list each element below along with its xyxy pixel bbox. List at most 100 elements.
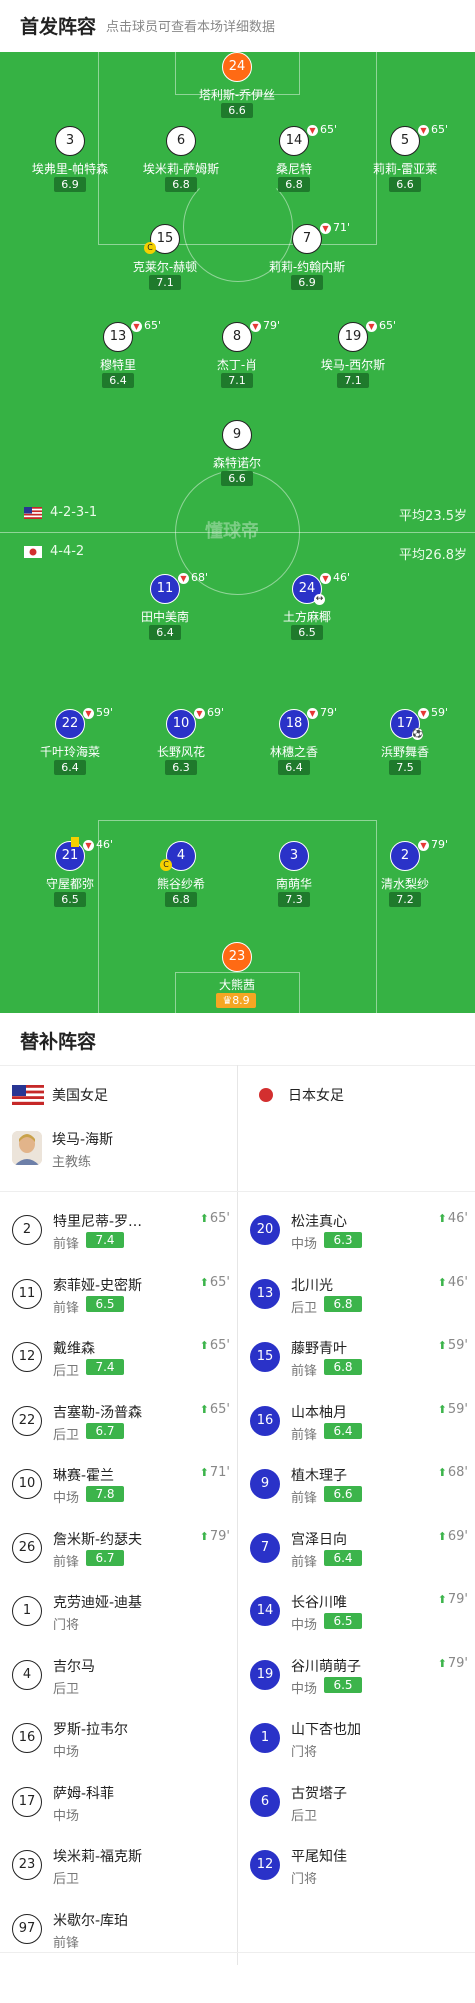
player-rating: 6.4	[149, 625, 181, 640]
sub-name: 吉塞勒-汤普森	[53, 1404, 143, 1421]
sub-name: 山本柚月	[291, 1404, 347, 1421]
sub-name: 戴维森	[53, 1341, 95, 1357]
sub-on-icon: ⬆	[199, 1339, 209, 1352]
home-player-8[interactable]: 8 ▼ 79' 杰丁-肖 7.1	[182, 319, 292, 408]
home-sub-10[interactable]: 10 琳赛-霍兰 中场 7.8 ⬆71'	[12, 1465, 230, 1523]
player-rating: 6.9	[54, 177, 86, 192]
player-name: 森特诺尔	[212, 456, 261, 470]
sub-name: 米歇尔-库珀	[53, 1912, 129, 1929]
sub-on-icon: ⬆	[437, 1466, 447, 1479]
away-player-17[interactable]: 17 ▼ 59' ⚽ 浜野舞香 7.5	[350, 706, 460, 795]
sub-on-icon: ⬆	[199, 1402, 209, 1416]
home-sub-23[interactable]: 23 埃米莉-福克斯 后卫	[12, 1846, 230, 1904]
us-flag-icon	[24, 506, 42, 519]
away-sub-16[interactable]: 16 山本柚月 前锋 6.4 ⬆59'	[250, 1402, 468, 1460]
player-rating: 7.5	[389, 760, 421, 775]
sub-off-indicator: ▼ 68'	[178, 571, 208, 584]
sub-rating: 6.7	[86, 1422, 124, 1439]
player-rating: 6.3	[165, 760, 197, 775]
sub-on-icon: ⬆	[437, 1339, 447, 1352]
sub-on-icon: ⬆	[199, 1529, 209, 1543]
player-rating: ♛8.9	[216, 993, 256, 1008]
away-sub-14[interactable]: 14 长谷川唯 中场 6.5 ⬆79'	[250, 1592, 468, 1650]
sub-rating: 6.5	[86, 1295, 124, 1312]
sub-rating: 6.8	[324, 1359, 362, 1375]
sub-number: 12	[250, 1850, 280, 1880]
sub-position: 中场	[291, 1237, 318, 1252]
home-sub-11[interactable]: 11 索菲娅-史密斯 前锋 6.5 ⬆65'	[12, 1275, 230, 1333]
sub-rating: 6.7	[86, 1549, 124, 1566]
player-rating: 6.6	[221, 471, 253, 486]
sub-on-minute: 65'	[209, 1338, 230, 1353]
sub-minute: 79'	[320, 706, 338, 719]
home-sub-12[interactable]: 12 戴维森 后卫 7.4 ⬆65'	[12, 1338, 230, 1396]
sub-on-icon: ⬆	[199, 1466, 209, 1479]
away-sub-1[interactable]: 1 山下杏也加 门将	[250, 1719, 468, 1777]
sub-rating: 6.4	[324, 1549, 362, 1566]
player-name: 土方麻椰	[282, 610, 331, 624]
home-sub-16[interactable]: 16 罗斯-拉韦尔 中场	[12, 1719, 230, 1777]
away-sub-15[interactable]: 15 藤野青叶 前锋 6.8 ⬆59'	[250, 1338, 468, 1396]
sub-on-minute: 71'	[209, 1465, 230, 1480]
away-sub-13[interactable]: 13 北川光 后卫 6.8 ⬆46'	[250, 1275, 468, 1333]
sub-number: 97	[12, 1913, 42, 1944]
player-rating: 6.8	[165, 177, 197, 192]
sub-position: 门将	[291, 1745, 318, 1760]
subs-divider-bottom	[0, 1952, 475, 1953]
sub-off-indicator: ▼ 65'	[418, 123, 448, 136]
home-player-19[interactable]: 19 ▼ 65' 埃马-西尔斯 7.1	[298, 319, 408, 408]
sub-off-indicator: ▼ 46'	[83, 838, 113, 851]
sub-on-minute: 46'	[447, 1211, 468, 1226]
yellow-card-icon	[71, 837, 79, 847]
away-player-2[interactable]: 2 ▼ 79' 清水梨纱 7.2	[350, 838, 460, 927]
away-sub-19[interactable]: 19 谷川萌萌子 中场 6.5 ⬆79'	[250, 1656, 468, 1714]
sub-number: 1	[250, 1723, 280, 1753]
away-player-11[interactable]: 11 ▼ 68' 田中美南 6.4	[110, 571, 220, 660]
sub-position: 门将	[291, 1872, 318, 1887]
home-sub-22[interactable]: 22 吉塞勒-汤普森 后卫 6.7 ⬆65'	[12, 1402, 230, 1460]
sub-rating: 6.8	[324, 1295, 362, 1312]
sub-name: 北川光	[291, 1277, 333, 1294]
player-rating: 7.1	[337, 373, 369, 388]
sub-on-indicator: ⬆79'	[438, 1656, 468, 1671]
sub-on-indicator: ⬆46'	[438, 1275, 468, 1290]
sub-position: 后卫	[53, 1364, 80, 1379]
sub-number: 7	[250, 1532, 280, 1563]
away-sub-9[interactable]: 9 植木理子 前锋 6.6 ⬆68'	[250, 1465, 468, 1523]
player-name: 埃马-西尔斯	[320, 358, 386, 372]
home-sub-17[interactable]: 17 萨姆-科菲 中场	[12, 1783, 230, 1841]
home-player-15[interactable]: 15 C 克莱尔-赫顿 7.1	[110, 224, 220, 310]
away-formation-row: 4-4-2	[24, 544, 84, 559]
away-sub-20[interactable]: 20 松洼真心 中场 6.3 ⬆46'	[250, 1211, 468, 1269]
sub-off-indicator: ▼ 65'	[131, 319, 161, 332]
home-player-5[interactable]: 5 ▼ 65' 莉莉-雷亚莱 6.6	[350, 123, 460, 212]
sub-number: 11	[12, 1278, 42, 1309]
sub-rating: 7.4	[86, 1232, 124, 1248]
home-team-header: 美国女足	[12, 1085, 108, 1105]
sub-position: 前锋	[53, 1300, 80, 1316]
sub-on-minute: 79'	[209, 1528, 230, 1544]
player-rating: 6.6	[389, 177, 421, 192]
pitch: 懂球帝 4-2-3-1 平均23.5岁 4-4-2 平均26.8岁 24 塔利斯-…	[0, 52, 475, 1013]
away-sub-7[interactable]: 7 宫泽日向 前锋 6.4 ⬆69'	[250, 1529, 468, 1587]
home-sub-4[interactable]: 4 吉尔马 后卫	[12, 1656, 230, 1714]
away-sub-6[interactable]: 6 古贺塔子 后卫	[250, 1783, 468, 1841]
sub-minute: 69'	[207, 706, 225, 719]
sub-on-icon: ⬆	[437, 1656, 447, 1670]
home-player-7[interactable]: 7 ▼ 71' 莉莉-约翰内斯 6.9	[252, 221, 362, 310]
away-player-23[interactable]: 23 大熊茜 ♛8.9	[182, 942, 292, 1013]
player-number: 10	[166, 709, 196, 739]
home-sub-26[interactable]: 26 詹米斯-约瑟夫 前锋 6.7 ⬆79'	[12, 1529, 230, 1587]
away-sub-12[interactable]: 12 平尾知佳 门将	[250, 1846, 468, 1904]
home-sub-97[interactable]: 97 米歇尔-库珀 前锋	[12, 1910, 230, 1968]
sub-on-indicator: ⬆59'	[438, 1402, 468, 1417]
home-sub-1[interactable]: 1 克劳迪娅-迪基 门将	[12, 1592, 230, 1650]
home-player-13[interactable]: 13 ▼ 65' 穆特里 6.4	[63, 319, 173, 408]
away-player-24[interactable]: 24 ▼ 46' ↔ 土方麻椰 6.5	[252, 571, 362, 660]
player-rating: 6.4	[278, 760, 310, 775]
sub-number: 22	[12, 1405, 42, 1436]
assist-icon: ↔	[314, 594, 325, 605]
home-sub-2[interactable]: 2 特里尼蒂-罗… 前锋 7.4 ⬆65'	[12, 1211, 230, 1269]
home-player-9[interactable]: 9 森特诺尔 6.6	[182, 420, 292, 506]
sub-position: 中场	[291, 1618, 318, 1633]
